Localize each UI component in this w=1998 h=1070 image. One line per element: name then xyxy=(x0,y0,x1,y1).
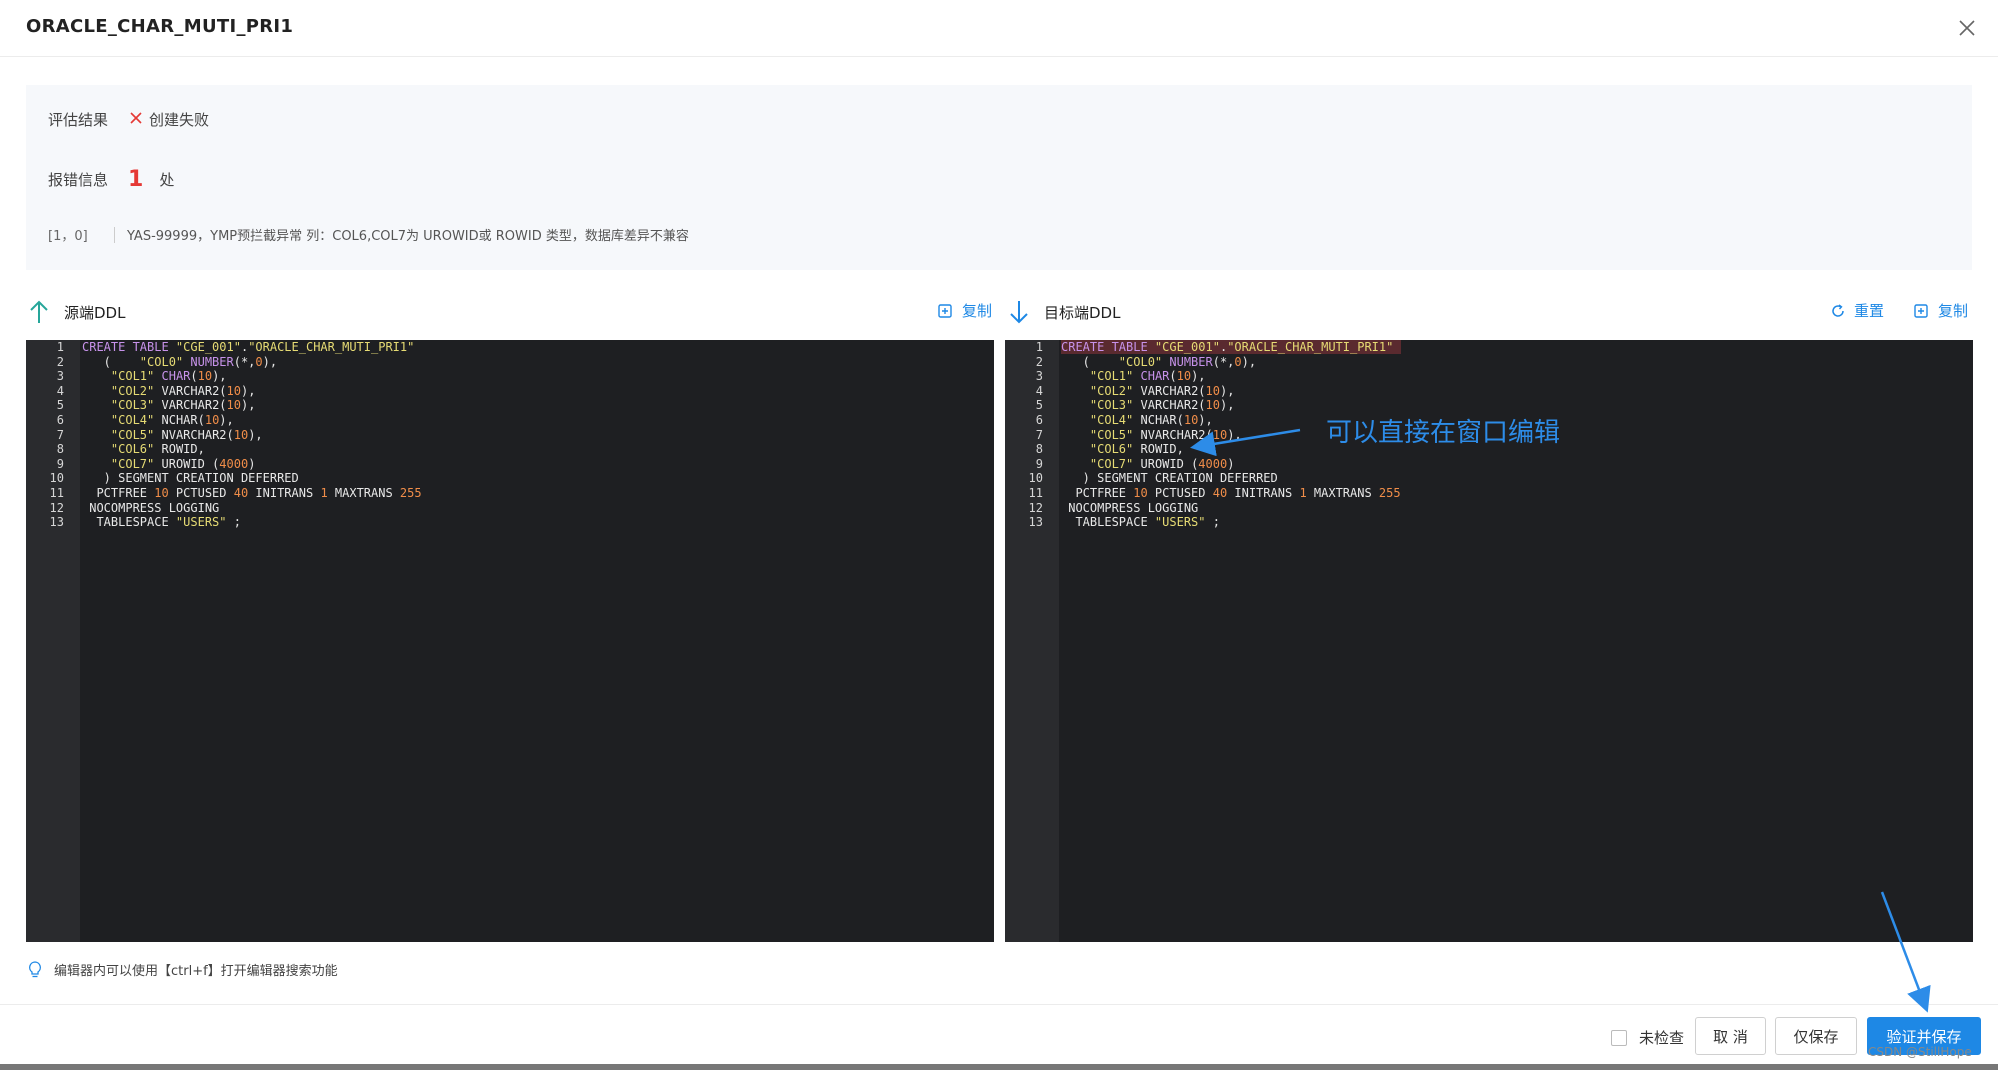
target-reset-button[interactable]: 重置 xyxy=(1830,300,1884,321)
line-number: 13 xyxy=(49,515,64,530)
line-number: 5 xyxy=(56,398,64,413)
lightbulb-icon xyxy=(29,960,41,977)
target-ddl-title: 目标端DDL xyxy=(1044,303,1121,322)
annotation-text: 可以直接在窗口编辑 xyxy=(1326,418,1561,448)
arrow-up-icon xyxy=(30,300,48,323)
target-ddl-header: 目标端DDL xyxy=(1008,298,1120,326)
dialog-footer: 未检查 取 消 仅保存 验证并保存 xyxy=(0,1004,1998,1064)
divider xyxy=(114,226,115,243)
line-number: 9 xyxy=(56,456,64,471)
line-number: 6 xyxy=(1035,413,1043,427)
line-number: 2 xyxy=(56,354,64,369)
save-only-button[interactable]: 仅保存 xyxy=(1775,1017,1857,1055)
target-copy-label: 复制 xyxy=(1938,302,1969,320)
line-number: 4 xyxy=(56,383,64,398)
watermark: CSDN @StillHope xyxy=(1868,1045,1972,1059)
cancel-button[interactable]: 取 消 xyxy=(1695,1017,1766,1055)
line-number: 5 xyxy=(1035,398,1043,413)
line-number: 8 xyxy=(1035,442,1043,457)
line-number: 13 xyxy=(1028,515,1043,530)
line-number: 2 xyxy=(1035,354,1043,369)
line-number-gutter: 1 2 3 4 5 6 7 8 9 10 11 12 13 xyxy=(1005,340,1059,942)
eval-result-label: 评估结果 xyxy=(48,111,109,129)
fail-x-icon xyxy=(128,110,144,130)
line-number: 7 xyxy=(56,427,64,442)
dialog-title: ORACLE_CHAR_MUTI_PRI1 xyxy=(26,16,294,37)
evaluation-result-panel: 评估结果 创建失败 报错信息 1 处 [1，0] YAS-99999，YMP预拦… xyxy=(26,85,1972,270)
arrow-down-icon xyxy=(1010,301,1028,324)
editor-tip: 编辑器内可以使用【ctrl+f】打开编辑器搜索功能 xyxy=(28,960,338,979)
error-message: YAS-99999，YMP预拦截异常 列：COL6,COL7为 UROWID或 … xyxy=(127,229,689,244)
checkbox-label: 未检查 xyxy=(1639,1029,1685,1047)
line-number-gutter: 1 2 3 4 5 6 7 8 9 10 11 12 13 xyxy=(26,340,80,942)
target-reset-label: 重置 xyxy=(1854,302,1885,320)
line-number: 8 xyxy=(56,442,64,457)
bottom-bar xyxy=(0,1064,1998,1070)
error-position: [1，0] xyxy=(48,229,88,244)
line-number: 10 xyxy=(1028,471,1043,486)
line-number: 1 xyxy=(1035,340,1043,354)
error-count: 1 xyxy=(128,167,144,192)
error-info-label: 报错信息 xyxy=(48,171,109,189)
source-ddl-editor[interactable]: 1 2 3 4 5 6 7 8 9 10 11 12 13 CREATE TAB… xyxy=(26,340,994,942)
source-ddl-header: 源端DDL xyxy=(28,298,125,326)
line-number: 11 xyxy=(49,486,64,500)
eval-result-row: 评估结果 创建失败 xyxy=(48,109,209,130)
target-copy-button[interactable]: 复制 xyxy=(1912,300,1968,321)
line-number: 4 xyxy=(1035,383,1043,398)
editor-tip-text: 编辑器内可以使用【ctrl+f】打开编辑器搜索功能 xyxy=(54,964,338,979)
source-copy-label: 复制 xyxy=(962,302,993,320)
line-number: 3 xyxy=(56,369,64,384)
source-copy-button[interactable]: 复制 xyxy=(936,300,992,321)
copy-icon xyxy=(1914,303,1928,318)
error-info-row: 报错信息 1 处 xyxy=(48,167,174,192)
dialog-header: ORACLE_CHAR_MUTI_PRI1 xyxy=(0,0,1998,57)
eval-status: 创建失败 xyxy=(149,111,210,129)
ddl-dialog: ORACLE_CHAR_MUTI_PRI1 评估结果 创建失败 报错信息 1 处… xyxy=(0,0,1998,1064)
line-number: 1 xyxy=(56,340,64,354)
target-actions: 重置 复制 xyxy=(1802,300,1968,321)
close-icon[interactable] xyxy=(1955,16,1979,40)
line-number: 7 xyxy=(1035,427,1043,442)
source-ddl-title: 源端DDL xyxy=(64,303,126,322)
copy-icon xyxy=(938,303,952,318)
line-number: 11 xyxy=(1028,486,1043,500)
unchecked-checkbox[interactable]: 未检查 xyxy=(1611,1027,1684,1048)
line-number: 12 xyxy=(1028,500,1043,515)
line-number: 3 xyxy=(1035,369,1043,384)
reset-icon xyxy=(1832,303,1844,317)
line-number: 9 xyxy=(1035,456,1043,471)
source-code: CREATE TABLE "CGE_001"."ORACLE_CHAR_MUTI… xyxy=(82,340,422,530)
error-item: [1，0] YAS-99999，YMP预拦截异常 列：COL6,COL7为 UR… xyxy=(48,225,689,244)
line-number: 6 xyxy=(56,413,64,427)
line-number: 10 xyxy=(49,471,64,486)
checkbox-box[interactable] xyxy=(1611,1029,1627,1046)
line-number: 12 xyxy=(49,500,64,515)
error-unit: 处 xyxy=(159,171,175,189)
source-actions: 复制 xyxy=(908,300,992,321)
